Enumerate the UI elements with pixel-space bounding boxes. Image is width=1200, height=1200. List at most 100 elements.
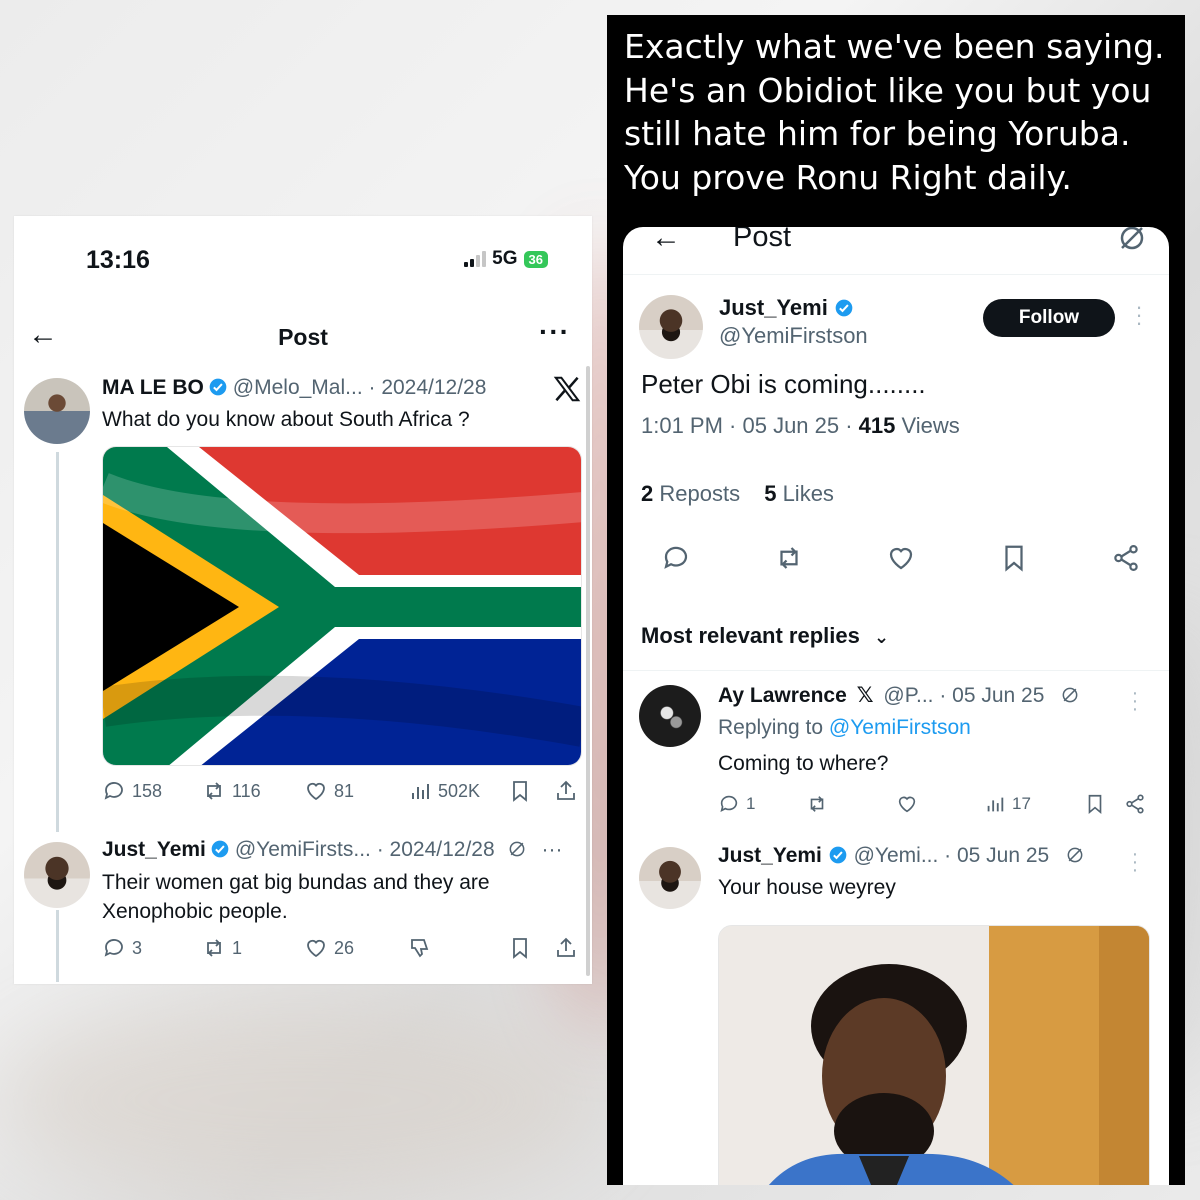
back-arrow-icon[interactable]: ←: [651, 227, 681, 255]
scrollbar[interactable]: [586, 366, 590, 976]
avatar[interactable]: [639, 685, 701, 747]
post-header-line: MA LE BO @Melo_Mal... · 2024/12/28: [102, 376, 486, 400]
meme-photo-image[interactable]: [718, 925, 1150, 1185]
avatar[interactable]: [639, 847, 701, 909]
views-count: 502K: [438, 780, 481, 801]
likes-count: 5: [764, 481, 777, 506]
repost-button[interactable]: [806, 793, 896, 815]
reply-header: Ay Lawrence 𝕏 @P... · 05 Jun 25: [718, 683, 1080, 708]
more-options-icon[interactable]: ···: [1131, 844, 1139, 880]
replying-to-label: Replying to: [718, 716, 829, 739]
author-handle-date: @YemiFirsts... · 2024/12/28: [234, 838, 495, 861]
author-name[interactable]: Ay Lawrence: [718, 684, 847, 707]
bookmark-icon: [1088, 794, 1102, 815]
views-button[interactable]: 502K: [408, 779, 508, 803]
verified-badge-icon: [829, 846, 847, 864]
views-icon: [987, 797, 1004, 812]
post-header: ← Post: [623, 227, 1169, 275]
verified-badge-icon: [835, 299, 853, 317]
grok-icon[interactable]: [1117, 227, 1147, 253]
heart-icon: [898, 796, 916, 813]
x-logo-icon: [553, 376, 581, 402]
repost-button[interactable]: 116: [202, 779, 304, 803]
right-screenshot: Exactly what we've been saying. He's an …: [607, 15, 1185, 1185]
share-icon[interactable]: [1111, 543, 1141, 573]
reposts-count: 2: [641, 481, 654, 506]
reply-text: Your house weyrey: [718, 876, 896, 899]
grok-icon[interactable]: [1060, 685, 1080, 705]
status-time: 13:16: [86, 246, 150, 274]
heart-icon: [307, 939, 325, 958]
views-button[interactable]: 17: [984, 793, 1084, 815]
page-title: Post: [733, 227, 792, 253]
share-icon: [1126, 794, 1144, 814]
avatar[interactable]: [24, 378, 90, 444]
repost-count: 1: [232, 937, 243, 958]
post-header-line: Just_Yemi @YemiFirsts... · 2024/12/28 ··…: [102, 838, 563, 862]
heart-icon[interactable]: [886, 543, 916, 573]
author-handle-date: @Melo_Mal... · 2024/12/28: [232, 376, 487, 399]
author-handle: @YemiFirstson: [719, 323, 868, 348]
more-options-icon[interactable]: ···: [542, 838, 563, 861]
author-name[interactable]: MA LE BO: [102, 376, 204, 399]
reply-count: 158: [132, 780, 163, 801]
reply-button[interactable]: 1: [718, 793, 806, 815]
avatar[interactable]: [24, 842, 90, 908]
replies-heading: Most relevant replies: [641, 623, 860, 648]
replying-to-handle[interactable]: @YemiFirstson: [829, 716, 971, 739]
reply-button[interactable]: 3: [102, 936, 202, 960]
avatar[interactable]: [639, 295, 703, 359]
like-button[interactable]: 26: [304, 936, 408, 960]
battery-icon: 36: [523, 250, 548, 268]
share-button[interactable]: [554, 936, 578, 960]
post-text: What do you know about South Africa ?: [102, 408, 470, 431]
like-button[interactable]: 81: [304, 779, 408, 803]
share-icon: [557, 780, 575, 800]
author-name-line: Just_Yemi: [719, 295, 854, 321]
author-name[interactable]: Just_Yemi: [102, 838, 206, 861]
bookmark-button[interactable]: [508, 936, 554, 960]
author-name[interactable]: Just_Yemi: [719, 295, 828, 320]
author-name[interactable]: Just_Yemi: [718, 844, 822, 867]
more-options-icon[interactable]: ···: [539, 316, 570, 348]
likes-label: Likes: [776, 481, 834, 506]
replies-sort-dropdown[interactable]: Most relevant replies ⌄: [641, 623, 889, 649]
repost-icon[interactable]: [774, 543, 804, 573]
reply-icon: [104, 782, 123, 800]
post-text: Peter Obi is coming........: [641, 369, 926, 399]
x-badge-icon: 𝕏: [856, 684, 874, 707]
thread-line: [56, 910, 59, 982]
author-handle-date: @P... · 05 Jun 25: [883, 684, 1045, 707]
reply-icon: [720, 795, 738, 812]
reply-button[interactable]: 158: [102, 779, 202, 803]
repost-button[interactable]: 1: [202, 936, 304, 960]
like-button[interactable]: [896, 793, 984, 815]
bookmark-button[interactable]: [1084, 793, 1124, 815]
south-africa-flag-image[interactable]: [102, 446, 582, 766]
more-options-icon[interactable]: ···: [1131, 683, 1139, 719]
share-button[interactable]: [554, 779, 578, 803]
grok-icon[interactable]: [507, 839, 527, 859]
left-screenshot: 13:16 5G 36 ← Post ··· MA LE BO @Melo_Ma…: [14, 216, 592, 984]
share-button[interactable]: [1124, 793, 1146, 815]
thumbs-down-icon: [411, 939, 429, 958]
reposts-label: Reposts: [653, 481, 741, 506]
post-actions: 3 1 26: [102, 936, 582, 960]
reposts-stat[interactable]: 2 Reposts: [641, 481, 740, 506]
bookmark-button[interactable]: [508, 779, 554, 803]
reply-icon: [104, 939, 123, 957]
more-options-icon[interactable]: ···: [1135, 296, 1143, 334]
background-blur: [0, 1000, 600, 1200]
grok-icon[interactable]: [1065, 845, 1085, 865]
page-title: Post: [278, 324, 328, 350]
like-count: 26: [334, 937, 355, 958]
signal-icon: [464, 251, 487, 267]
likes-stat[interactable]: 5 Likes: [764, 481, 834, 506]
reply-icon[interactable]: [661, 543, 691, 573]
follow-button[interactable]: Follow: [983, 299, 1115, 337]
downvote-button[interactable]: [408, 936, 508, 960]
verified-badge-icon: [210, 378, 227, 396]
post-stats: 2 Reposts 5 Likes: [641, 481, 834, 507]
reply-actions: 1 17: [718, 793, 1150, 815]
bookmark-icon[interactable]: [999, 543, 1029, 573]
